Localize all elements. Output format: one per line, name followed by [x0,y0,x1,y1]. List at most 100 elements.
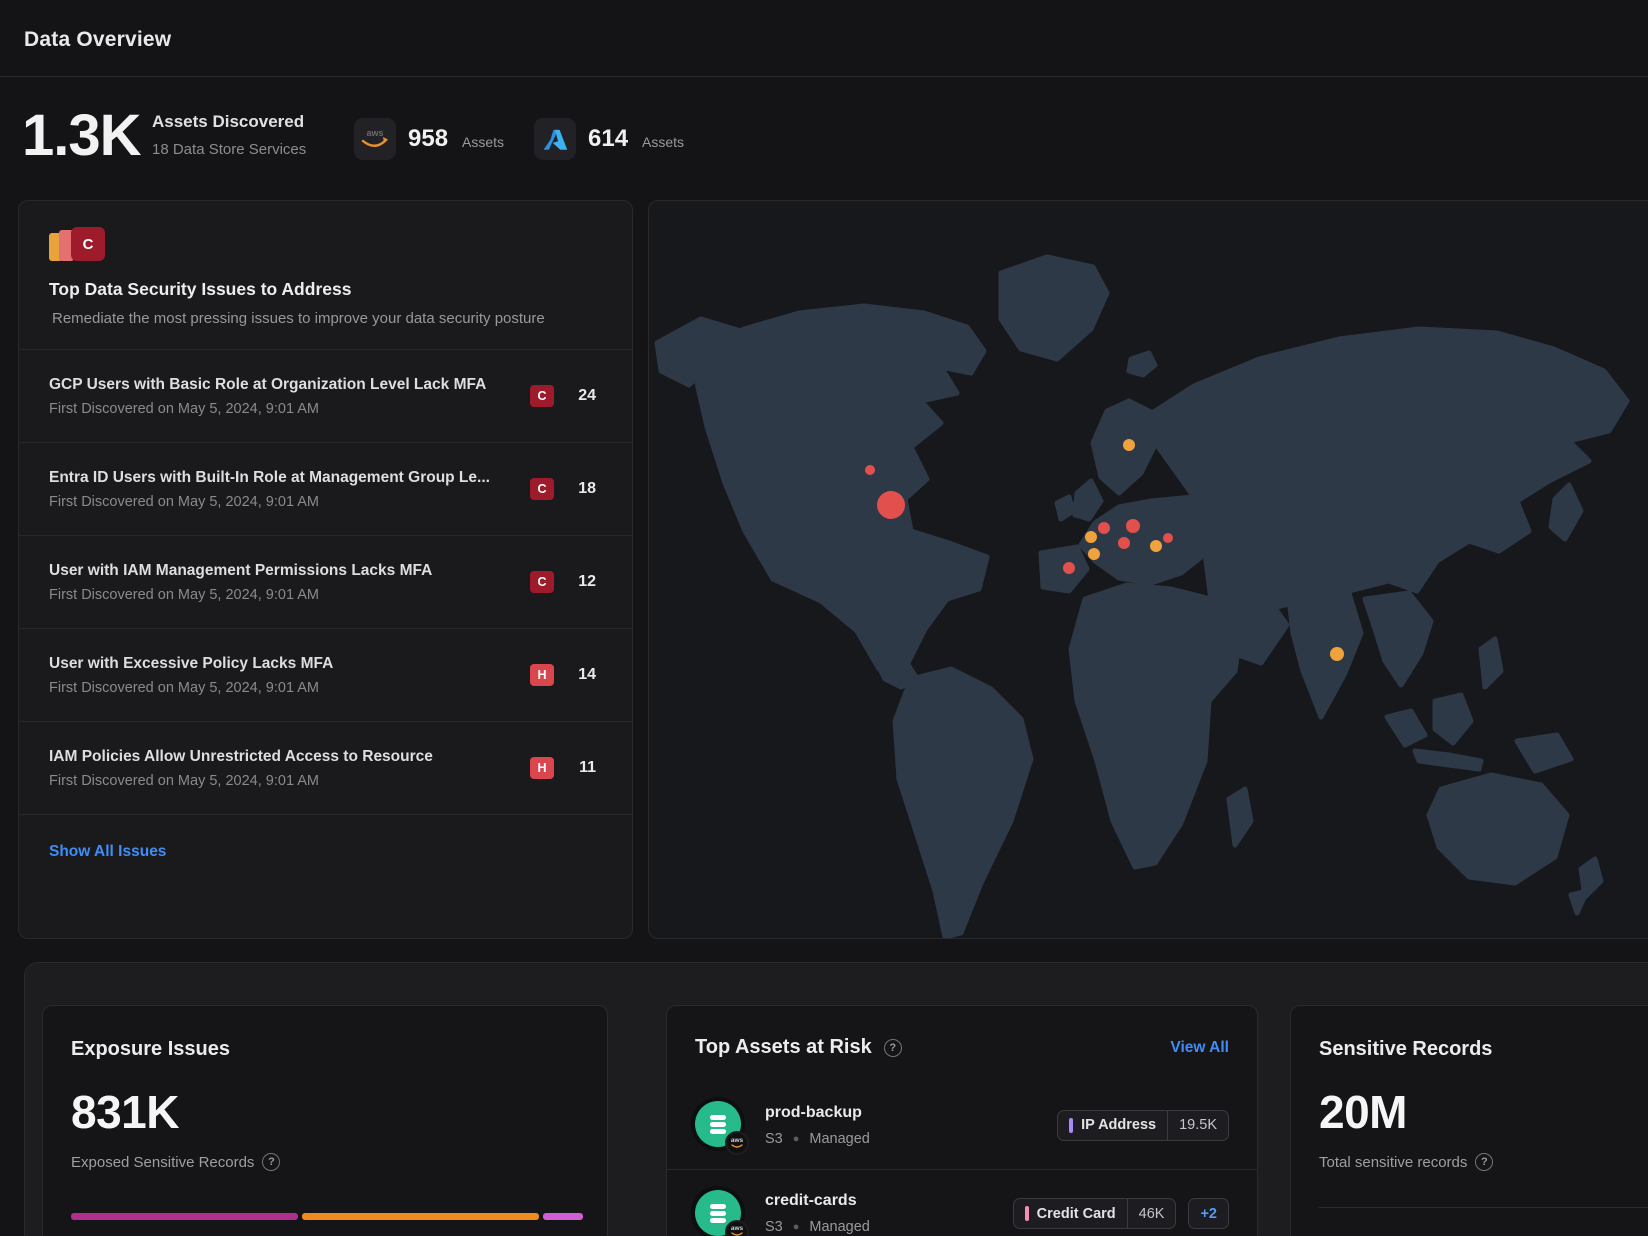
azure-assets-count: 614 [588,125,628,153]
map-location-dot[interactable] [877,491,905,519]
assets-discovered-label: Assets Discovered [152,112,306,132]
show-all-issues-link[interactable]: Show All Issues [49,843,166,860]
help-icon[interactable]: ? [884,1039,902,1057]
svg-text:aws: aws [366,128,383,138]
issue-count: 14 [566,666,596,684]
exposure-issues-value: 831K [71,1085,579,1139]
asset-icon: aws [695,1101,743,1149]
issue-count: 24 [566,387,596,405]
severity-badge: H [530,664,554,686]
issues-panel-title: Top Data Security Issues to Address [49,279,602,300]
asset-status: Managed [809,1219,869,1235]
help-icon[interactable]: ? [1475,1153,1493,1171]
issue-row[interactable]: Entra ID Users with Built-In Role at Man… [19,443,632,536]
more-tags-chip[interactable]: +2 [1188,1198,1229,1229]
severity-badge: C [530,571,554,593]
issues-panel-subtitle: Remediate the most pressing issues to im… [49,310,602,327]
severity-badge: H [530,757,554,779]
issue-count: 11 [566,759,596,777]
issue-title: Entra ID Users with Built-In Role at Man… [49,469,516,487]
issue-title: User with IAM Management Permissions Lac… [49,562,516,580]
page-title: Data Overview [24,28,171,52]
issue-title: User with Excessive Policy Lacks MFA [49,655,516,673]
aws-mini-badge-icon: aws [725,1220,749,1236]
asset-locations-map-panel [648,200,1648,939]
map-location-dot[interactable] [1085,531,1097,543]
exposure-bar-segment [71,1213,298,1220]
tag-label: Credit Card [1037,1206,1116,1222]
asset-row[interactable]: aws credit-cards S3 ● Managed Credit Car… [667,1169,1257,1236]
issue-first-discovered: First Discovered on May 5, 2024, 9:01 AM [49,680,516,696]
issue-row[interactable]: GCP Users with Basic Role at Organizatio… [19,350,632,443]
issue-title: IAM Policies Allow Unrestricted Access t… [49,748,516,766]
severity-badge: C [530,385,554,407]
asset-name: credit-cards [765,1192,870,1210]
map-location-dot[interactable] [1123,439,1135,451]
top-security-issues-panel: C Top Data Security Issues to Address Re… [18,200,633,939]
sensitive-records-value: 20M [1319,1085,1648,1139]
map-location-dot[interactable] [1330,647,1344,661]
issue-row[interactable]: IAM Policies Allow Unrestricted Access t… [19,722,632,815]
map-location-dot[interactable] [1063,562,1075,574]
map-location-dot[interactable] [1098,522,1110,534]
world-map [649,201,1648,939]
asset-name: prod-backup [765,1104,870,1122]
issue-first-discovered: First Discovered on May 5, 2024, 9:01 AM [49,587,516,603]
exposure-issues-label: Exposed Sensitive Records [71,1154,254,1171]
map-location-dot[interactable] [865,465,875,475]
severity-badge: C [530,478,554,500]
assets-list: aws prod-backup S3 ● Managed IP Address … [667,1081,1257,1236]
asset-icon: aws [695,1190,743,1236]
map-location-dot[interactable] [1088,548,1100,560]
azure-assets-stat: 614 Assets [534,118,684,160]
exposure-bar-segment [543,1213,583,1220]
stacked-severity-cards-icon: C [49,227,119,263]
data-store-services-label: 18 Data Store Services [152,141,306,158]
header-divider [0,76,1648,77]
map-location-dot[interactable] [1163,533,1173,543]
issue-count: 18 [566,480,596,498]
issue-row[interactable]: User with IAM Management Permissions Lac… [19,536,632,629]
aws-icon: aws [354,118,396,160]
separator-dot: ● [793,1221,800,1233]
asset-status: Managed [809,1131,869,1147]
sensitive-records-label: Total sensitive records [1319,1154,1467,1171]
map-location-dot[interactable] [1150,540,1162,552]
exposure-bar-segment [302,1213,539,1220]
sensitive-records-card: Sensitive Records 20M Total sensitive re… [1290,1005,1648,1236]
asset-row[interactable]: aws prod-backup S3 ● Managed IP Address … [667,1081,1257,1169]
sensitive-card-divider [1319,1207,1648,1208]
asset-service: S3 [765,1131,783,1147]
tag-count: 46K [1127,1199,1176,1228]
sensitive-data-tag-chip: IP Address 19.5K [1057,1110,1229,1141]
aws-assets-unit: Assets [462,129,504,150]
view-all-link[interactable]: View All [1170,1039,1229,1057]
help-icon[interactable]: ? [262,1153,280,1171]
tag-label: IP Address [1081,1117,1156,1133]
tag-color-bar [1025,1206,1029,1221]
sensitive-data-tag-chip: Credit Card 46K [1013,1198,1177,1229]
aws-assets-stat: aws 958 Assets [354,118,504,160]
exposure-issues-title: Exposure Issues [71,1038,579,1061]
issue-count: 12 [566,573,596,591]
top-assets-title: Top Assets at Risk [695,1036,872,1059]
critical-card-icon: C [71,227,105,261]
aws-mini-badge-icon: aws [725,1131,749,1155]
tag-count: 19.5K [1167,1111,1228,1140]
asset-service: S3 [765,1219,783,1235]
issue-first-discovered: First Discovered on May 5, 2024, 9:01 AM [49,401,516,417]
issues-panel-header: C Top Data Security Issues to Address Re… [19,201,632,349]
issues-panel-footer: Show All Issues [19,815,632,889]
sensitive-records-title: Sensitive Records [1319,1038,1648,1061]
azure-assets-unit: Assets [642,129,684,150]
exposure-breakdown-bar [71,1213,583,1220]
assets-discovered-labels: Assets Discovered 18 Data Store Services [152,112,306,158]
map-location-dot[interactable] [1126,519,1140,533]
map-location-dot[interactable] [1118,537,1130,549]
issue-row[interactable]: User with Excessive Policy Lacks MFA Fir… [19,629,632,722]
tag-color-bar [1069,1118,1073,1133]
separator-dot: ● [793,1133,800,1145]
azure-icon [534,118,576,160]
aws-assets-count: 958 [408,125,448,153]
exposure-issues-card: Exposure Issues 831K Exposed Sensitive R… [42,1005,608,1236]
